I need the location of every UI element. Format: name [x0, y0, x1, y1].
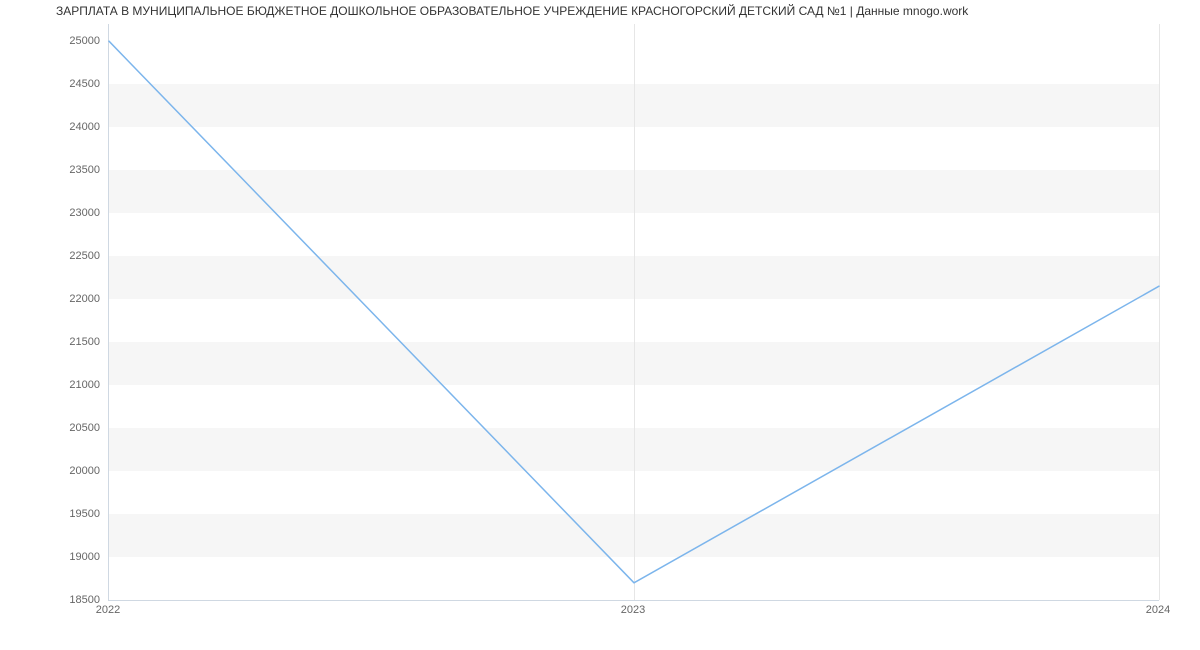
y-tick-label: 19500 [10, 508, 100, 520]
y-tick-label: 19000 [10, 551, 100, 563]
y-tick-label: 25000 [10, 35, 100, 47]
x-tick-label: 2023 [621, 604, 645, 616]
x-tick-label: 2022 [96, 604, 120, 616]
chart-line [109, 24, 1159, 600]
y-tick-label: 23500 [10, 164, 100, 176]
y-tick-label: 23000 [10, 207, 100, 219]
x-tick-label: 2024 [1146, 604, 1170, 616]
y-tick-label: 22000 [10, 293, 100, 305]
chart-container: ЗАРПЛАТА В МУНИЦИПАЛЬНОЕ БЮДЖЕТНОЕ ДОШКО… [0, 0, 1200, 650]
y-tick-label: 22500 [10, 250, 100, 262]
y-tick-label: 24000 [10, 121, 100, 133]
y-tick-label: 20500 [10, 422, 100, 434]
y-tick-label: 21500 [10, 336, 100, 348]
y-tick-label: 24500 [10, 78, 100, 90]
y-tick-label: 18500 [10, 594, 100, 606]
y-tick-label: 21000 [10, 379, 100, 391]
x-grid-line [1159, 24, 1160, 600]
y-tick-label: 20000 [10, 465, 100, 477]
plot-area [108, 24, 1159, 601]
chart-title: ЗАРПЛАТА В МУНИЦИПАЛЬНОЕ БЮДЖЕТНОЕ ДОШКО… [56, 4, 968, 18]
